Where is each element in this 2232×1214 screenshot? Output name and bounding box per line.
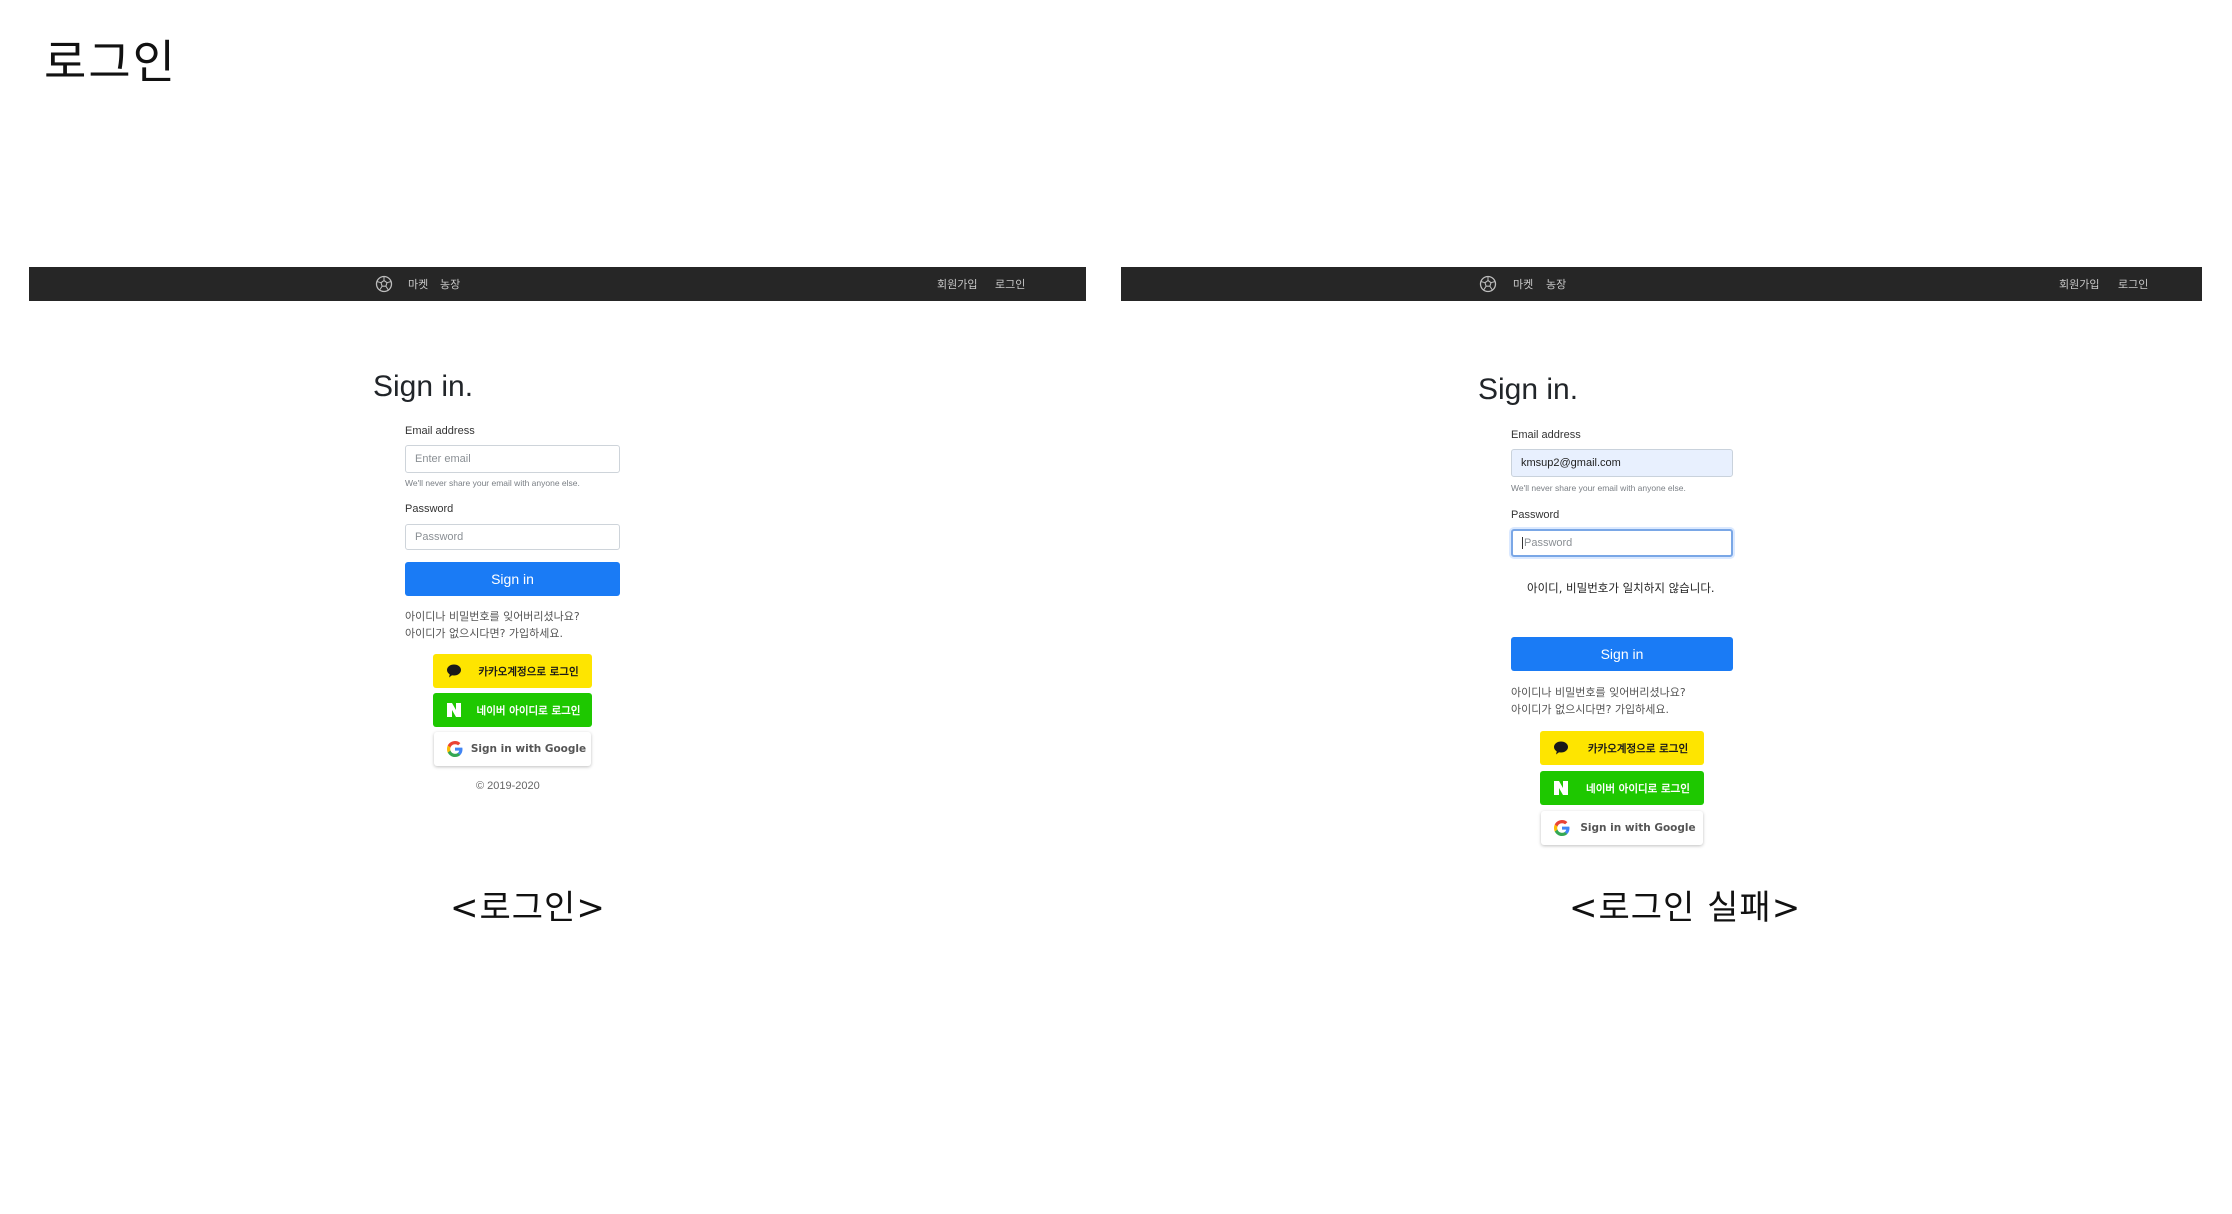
login-failed-screenshot: 마켓 농장 회원가입 로그인 Sign in. Email address km…	[1121, 267, 2202, 847]
navbar: 마켓 농장 회원가입 로그인	[29, 267, 1086, 301]
nav-link-login[interactable]: 로그인	[2118, 276, 2148, 292]
google-g-icon	[447, 741, 463, 757]
naver-login-label: 네이버 아이디로 로그인	[1586, 782, 1690, 795]
nav-link-market[interactable]: 마켓	[408, 276, 428, 292]
signup-link[interactable]: 아이디가 없으시다면? 가입하세요.	[405, 625, 563, 642]
google-login-label: Sign in with Google	[1580, 822, 1696, 834]
google-login-label: Sign in with Google	[470, 743, 587, 755]
email-value: kmsup2@gmail.com	[1521, 457, 1621, 469]
email-input[interactable]: Enter email	[405, 445, 620, 473]
kakao-login-label: 카카오계정으로 로그인	[1587, 742, 1689, 755]
copyright-text: © 2019-2020	[476, 780, 540, 792]
signup-link[interactable]: 아이디가 없으시다면? 가입하세요.	[1511, 701, 1669, 718]
login-error-message: 아이디, 비밀번호가 일치하지 않습니다.	[1527, 581, 1715, 595]
kakao-login-label: 카카오계정으로 로그인	[478, 665, 579, 678]
password-label: Password	[405, 503, 454, 515]
email-label: Email address	[1511, 429, 1581, 441]
google-g-icon	[1554, 820, 1570, 836]
naver-login-button[interactable]: 네이버 아이디로 로그인	[1540, 771, 1704, 805]
email-placeholder: Enter email	[415, 453, 471, 465]
google-login-button[interactable]: Sign in with Google	[1541, 811, 1703, 845]
sign-in-button[interactable]: Sign in	[1511, 637, 1733, 671]
email-help-text: We'll never share your email with anyone…	[1511, 483, 1686, 493]
naver-n-icon	[1554, 781, 1568, 795]
kakao-talk-icon	[447, 664, 461, 678]
login-screenshot: 마켓 농장 회원가입 로그인 Sign in. Email address En…	[29, 267, 1086, 827]
page-title: Sign in.	[373, 370, 474, 403]
nav-link-farm[interactable]: 농장	[440, 276, 460, 292]
kakao-login-button[interactable]: 카카오계정으로 로그인	[433, 654, 592, 688]
nav-link-signup[interactable]: 회원가입	[2059, 276, 2099, 292]
soccer-ball-icon[interactable]	[374, 274, 394, 294]
naver-login-button[interactable]: 네이버 아이디로 로그인	[433, 693, 592, 727]
password-placeholder: Password	[1524, 537, 1573, 549]
email-help-text: We'll never share your email with anyone…	[405, 478, 580, 488]
soccer-ball-icon[interactable]	[1478, 274, 1498, 294]
password-label: Password	[1511, 509, 1560, 521]
caption-login-failed: <로그인 실패>	[1569, 888, 1802, 928]
navbar: 마켓 농장 회원가입 로그인	[1121, 267, 2202, 301]
google-login-button[interactable]: Sign in with Google	[434, 732, 591, 766]
forgot-password-link[interactable]: 아이디나 비밀번호를 잊어버리셨나요?	[405, 608, 580, 625]
text-cursor	[1522, 537, 1523, 549]
kakao-login-button[interactable]: 카카오계정으로 로그인	[1540, 731, 1704, 765]
caption-login: <로그인>	[450, 888, 606, 928]
email-label: Email address	[405, 425, 475, 437]
naver-n-icon	[447, 703, 461, 717]
password-placeholder: Password	[415, 531, 464, 543]
email-input[interactable]: kmsup2@gmail.com	[1511, 449, 1733, 477]
password-input[interactable]: Password	[1511, 529, 1733, 557]
nav-link-login[interactable]: 로그인	[995, 276, 1025, 292]
forgot-password-link[interactable]: 아이디나 비밀번호를 잊어버리셨나요?	[1511, 684, 1686, 701]
page-title: Sign in.	[1478, 373, 1579, 406]
slide-title: 로그인	[44, 35, 177, 89]
nav-link-farm[interactable]: 농장	[1546, 276, 1566, 292]
naver-login-label: 네이버 아이디로 로그인	[476, 704, 581, 717]
kakao-talk-icon	[1554, 741, 1568, 755]
sign-in-button[interactable]: Sign in	[405, 562, 620, 596]
nav-link-signup[interactable]: 회원가입	[937, 276, 977, 292]
password-input[interactable]: Password	[405, 524, 620, 550]
nav-link-market[interactable]: 마켓	[1513, 276, 1533, 292]
